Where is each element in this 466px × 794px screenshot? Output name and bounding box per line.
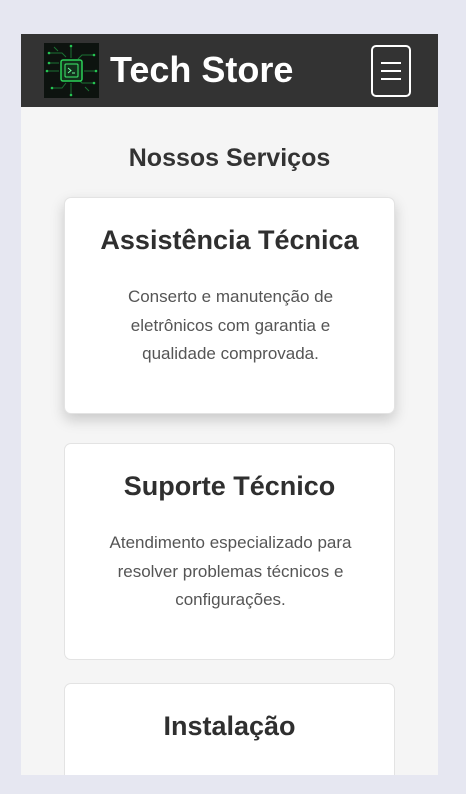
service-card-assistencia[interactable]: Assistência Técnica Conserto e manutençã…	[64, 197, 395, 414]
service-card-instalacao[interactable]: Instalação	[64, 683, 395, 775]
menu-bar	[381, 78, 401, 80]
circuit-chip-icon[interactable]	[44, 43, 99, 98]
card-title: Assistência Técnica	[100, 225, 359, 255]
card-description: Conserto e manutenção de eletrônicos com…	[127, 287, 334, 363]
menu-bar	[381, 70, 401, 72]
card-description: Atendimento especializado para resolver …	[109, 533, 352, 609]
navbar: Tech Store	[21, 34, 438, 107]
service-card-suporte[interactable]: Suporte Técnico Atendimento especializad…	[64, 443, 395, 660]
hamburger-menu-icon[interactable]	[371, 45, 411, 97]
card-title: Instalação	[163, 711, 296, 741]
card-title: Suporte Técnico	[123, 471, 336, 501]
menu-bar	[381, 62, 401, 64]
section-title: Nossos Serviços	[128, 144, 331, 172]
app-frame: Tech Store Nossos Serviços Assistência T…	[21, 34, 438, 775]
brand-title[interactable]: Tech Store	[110, 48, 293, 92]
